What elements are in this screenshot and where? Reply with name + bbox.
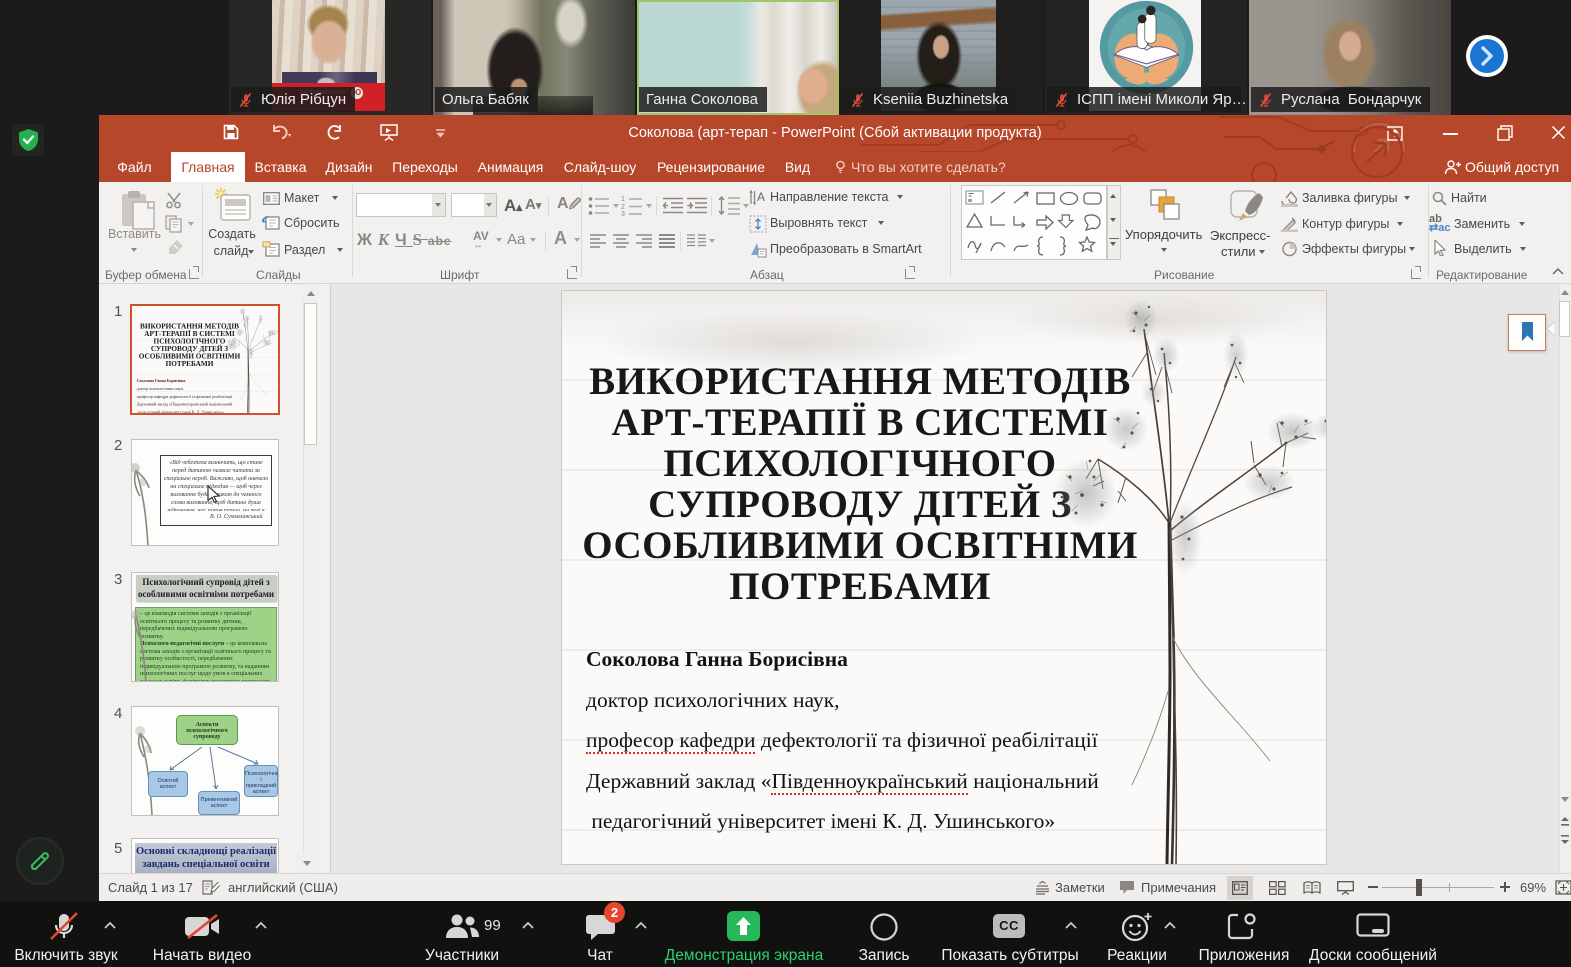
svg-text:2: 2: [621, 204, 625, 211]
svg-text:3: 3: [621, 211, 625, 217]
svg-text:1: 1: [621, 196, 625, 203]
svg-text:A: A: [757, 190, 765, 204]
